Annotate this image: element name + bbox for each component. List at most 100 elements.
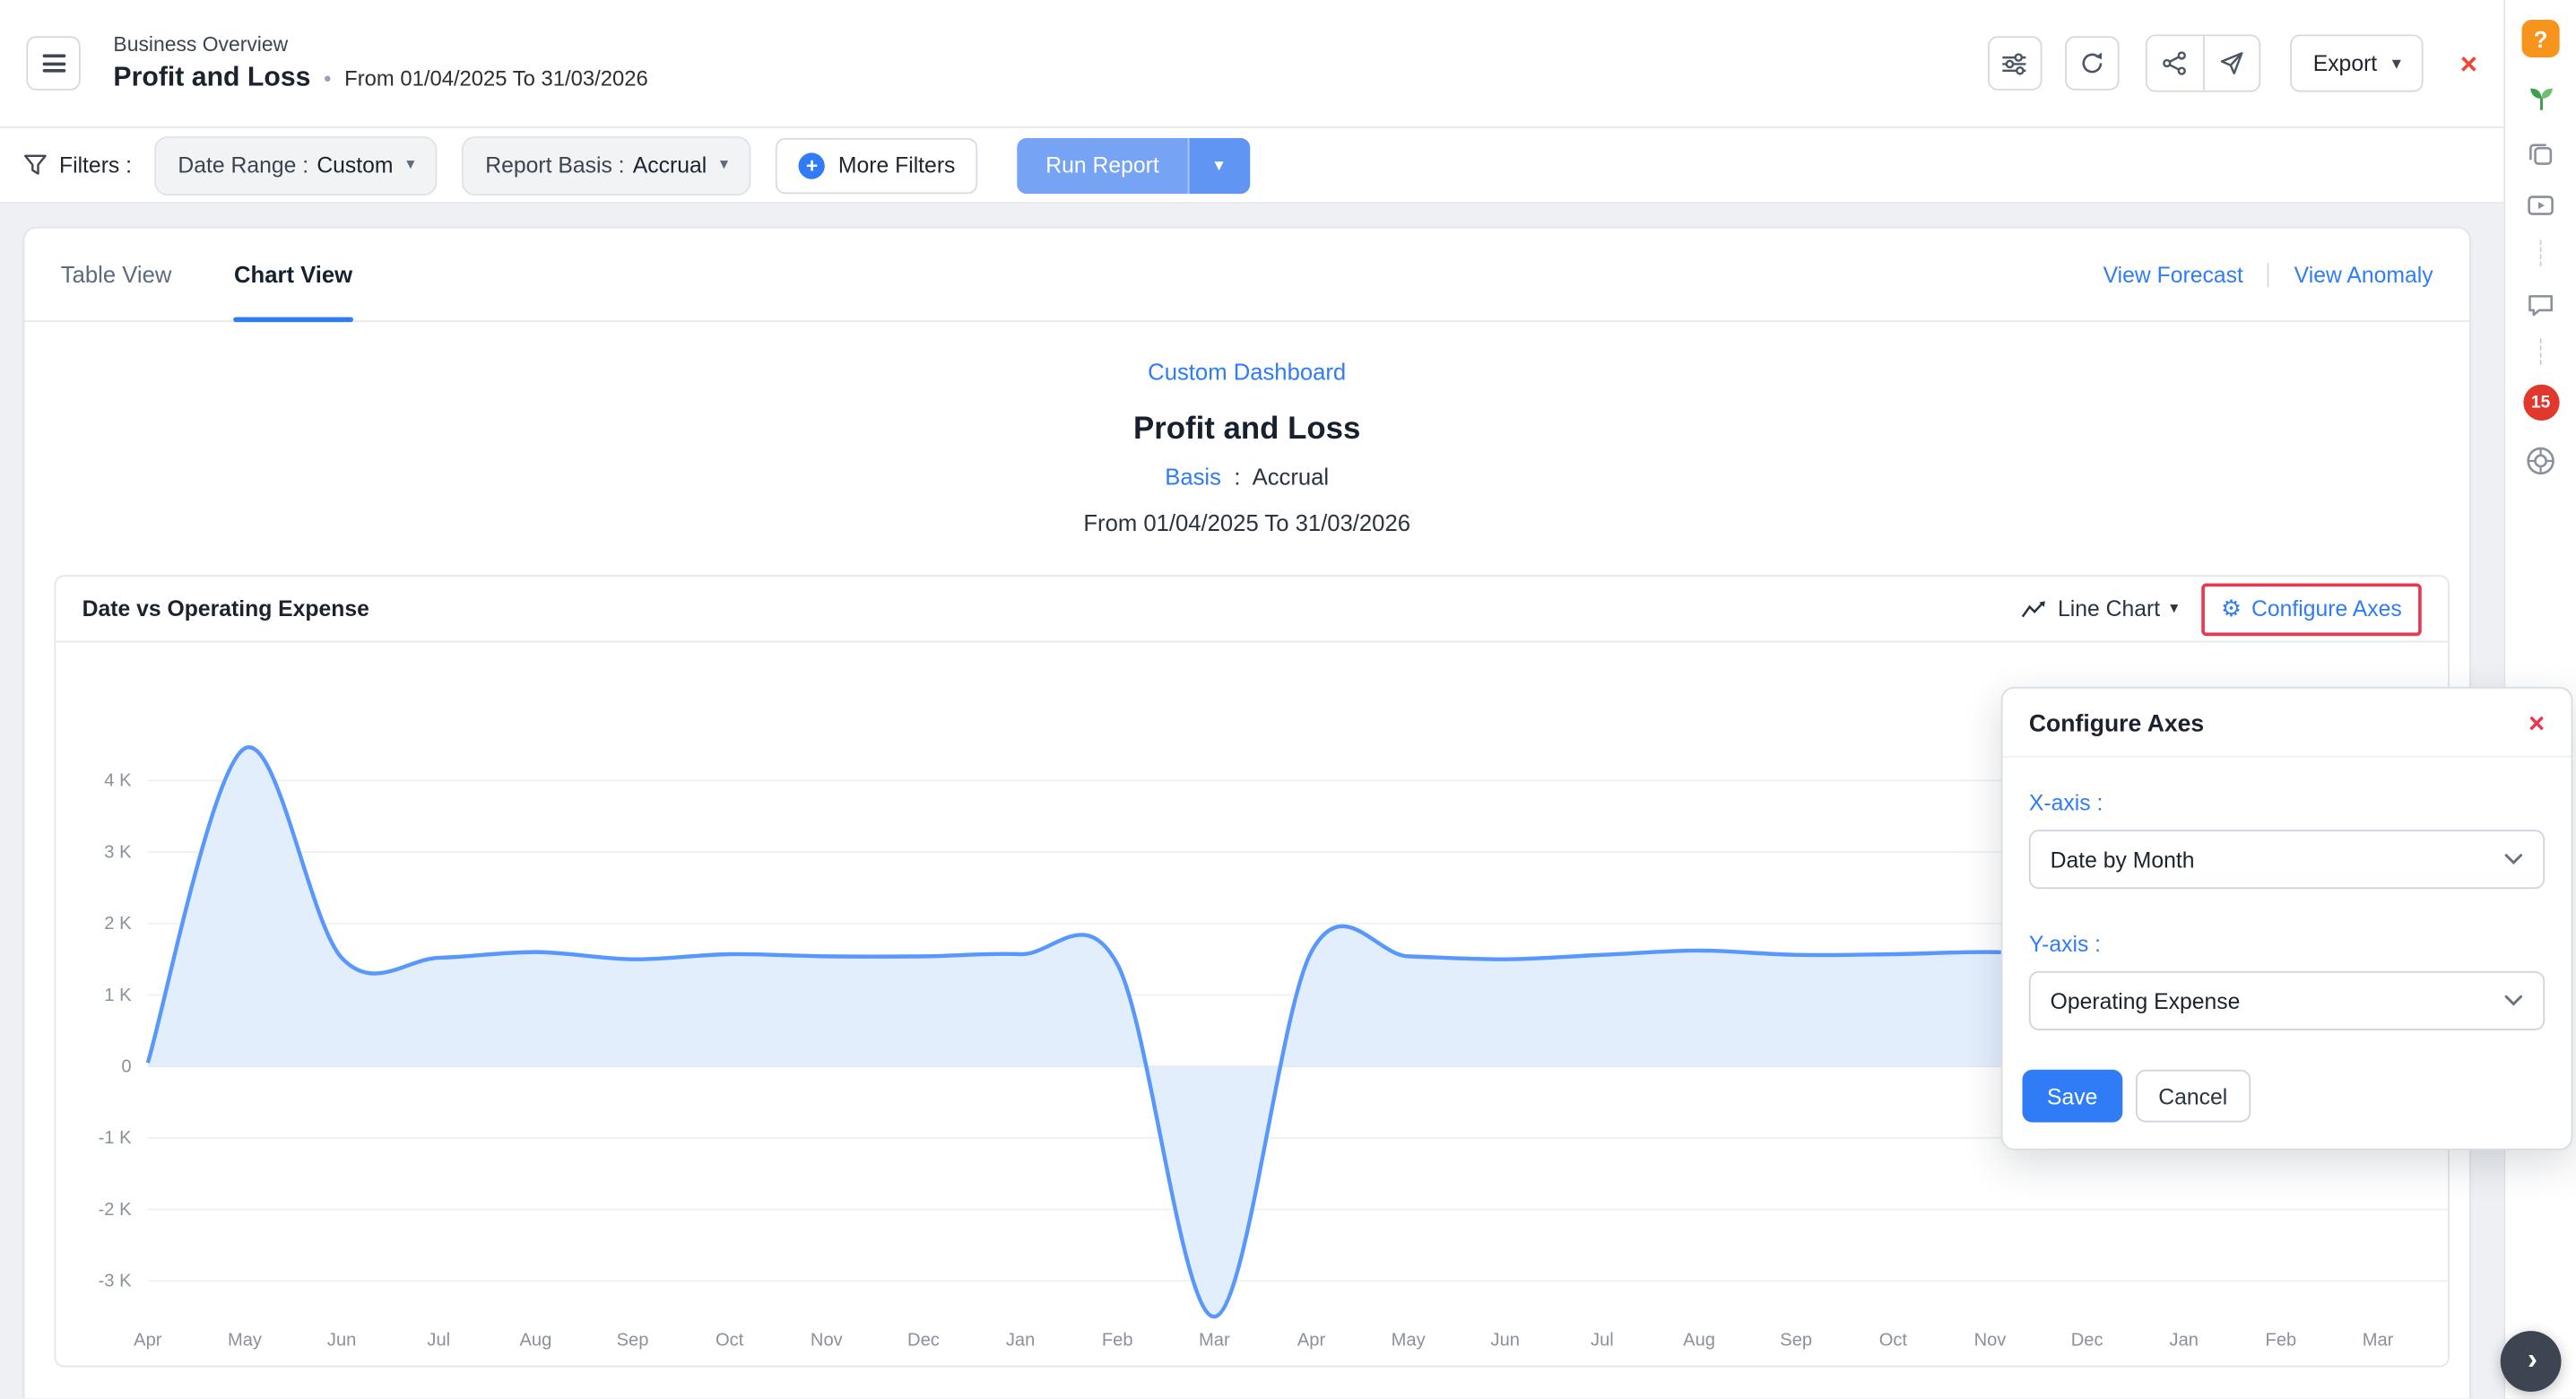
refresh-button[interactable] — [2065, 36, 2119, 90]
basis-value: Accrual — [1253, 464, 1330, 490]
view-forecast-link[interactable]: View Forecast — [2103, 262, 2243, 286]
chevron-down-icon — [2503, 995, 2523, 1008]
x-axis-value: Date by Month — [2051, 847, 2195, 872]
support-button[interactable] — [2525, 446, 2556, 477]
send-button[interactable] — [2203, 36, 2259, 90]
svg-text:Mar: Mar — [1199, 1331, 1230, 1351]
chart-panel-header: Date vs Operating Expense Line Chart ▾ — [56, 577, 2448, 642]
help-button[interactable]: ? — [2522, 20, 2560, 57]
hamburger-icon — [42, 50, 65, 76]
svg-text:Aug: Aug — [519, 1331, 551, 1351]
svg-text:Oct: Oct — [716, 1331, 744, 1351]
svg-text:1 K: 1 K — [104, 986, 132, 1005]
refresh-icon — [2080, 51, 2104, 75]
svg-text:Jul: Jul — [427, 1331, 450, 1351]
gear-icon: ⚙ — [2221, 595, 2242, 622]
report-basis-value: Accrual — [633, 152, 707, 177]
export-button[interactable]: Export ▾ — [2290, 34, 2424, 91]
y-axis-select[interactable]: Operating Expense — [2029, 971, 2545, 1030]
report-title: Profit and Loss — [24, 413, 2468, 448]
date-range-label: Date Range : — [178, 152, 308, 177]
configure-axes-button[interactable]: ⚙ Configure Axes — [2201, 583, 2422, 636]
app-window: Business Overview Profit and Loss • From… — [0, 0, 2576, 1399]
chevron-down-icon: ▾ — [2170, 600, 2178, 618]
svg-text:2 K: 2 K — [104, 914, 132, 934]
basis-separator: : — [1234, 464, 1240, 490]
customize-columns-button[interactable] — [1988, 36, 2042, 90]
popup-title: Configure Axes — [2029, 710, 2204, 736]
share-icon — [2163, 51, 2187, 75]
chevron-down-icon — [2503, 853, 2523, 866]
tab-chart-view[interactable]: Chart View — [234, 229, 352, 321]
top-header: Business Overview Profit and Loss • From… — [0, 0, 2503, 128]
report-basis-label: Report Basis : — [485, 152, 624, 177]
share-button[interactable] — [2147, 36, 2203, 90]
funnel-icon — [23, 152, 48, 177]
presentation-play-icon — [2527, 192, 2554, 220]
chevron-down-icon: ▾ — [406, 156, 414, 174]
video-tutorials-button[interactable] — [2527, 192, 2554, 220]
chevron-down-icon: ▾ — [720, 156, 728, 174]
hamburger-menu-button[interactable] — [26, 36, 80, 90]
view-anomaly-link[interactable]: View Anomaly — [2268, 262, 2433, 286]
report-basis-dropdown[interactable]: Report Basis : Accrual ▾ — [463, 135, 751, 195]
svg-text:Jul: Jul — [1591, 1331, 1614, 1351]
svg-text:Jun: Jun — [327, 1331, 356, 1351]
chart-panel-title: Date vs Operating Expense — [82, 596, 369, 621]
svg-text:May: May — [1392, 1331, 1427, 1351]
lifebuoy-icon — [2525, 446, 2556, 477]
question-icon: ? — [2534, 25, 2548, 51]
run-report-button[interactable]: Run Report — [1018, 137, 1187, 193]
rail-divider — [2540, 338, 2542, 364]
svg-text:4 K: 4 K — [104, 771, 132, 791]
close-report-button[interactable]: × — [2460, 48, 2477, 78]
layers-icon — [2527, 140, 2554, 168]
filters-label: Filters : — [23, 152, 132, 177]
chevron-down-icon: ▾ — [2392, 53, 2401, 74]
date-range-subtitle: From 01/04/2025 To 31/03/2026 — [344, 65, 648, 90]
svg-text:-3 K: -3 K — [99, 1272, 132, 1291]
date-range-dropdown[interactable]: Date Range : Custom ▾ — [155, 135, 438, 195]
svg-text:Dec: Dec — [907, 1331, 940, 1351]
plus-icon: + — [799, 152, 825, 178]
svg-text:Feb: Feb — [2266, 1331, 2297, 1351]
tab-table-view[interactable]: Table View — [61, 229, 172, 321]
svg-text:-1 K: -1 K — [99, 1128, 132, 1148]
svg-text:Aug: Aug — [1683, 1331, 1715, 1351]
run-report-options-button[interactable]: ▾ — [1187, 137, 1250, 193]
custom-dashboard-link[interactable]: Custom Dashboard — [1148, 358, 1346, 384]
x-axis-group: X-axis : Date by Month — [2029, 790, 2545, 889]
svg-text:May: May — [228, 1331, 263, 1351]
svg-text:3 K: 3 K — [104, 842, 132, 862]
svg-text:Nov: Nov — [811, 1331, 843, 1351]
share-send-button-group — [2146, 34, 2260, 91]
feedback-chat-button[interactable] — [2527, 291, 2554, 318]
chart-type-dropdown[interactable]: Line Chart ▾ — [2020, 596, 2178, 621]
chat-icon — [2527, 291, 2554, 318]
popup-body: X-axis : Date by Month Y-axis : Operatin… — [2003, 758, 2572, 1034]
scroll-next-button[interactable]: › — [2501, 1331, 2562, 1392]
y-axis-group: Y-axis : Operating Expense — [2029, 932, 2545, 1030]
svg-text:Sep: Sep — [1780, 1331, 1812, 1351]
paper-plane-icon — [2219, 51, 2243, 75]
svg-text:Apr: Apr — [1297, 1331, 1326, 1351]
notifications-badge[interactable]: 15 — [2522, 385, 2558, 421]
svg-text:Jan: Jan — [1006, 1331, 1035, 1351]
popup-footer: Save Cancel — [2003, 1033, 2572, 1148]
view-links: View Forecast View Anomaly — [2103, 262, 2433, 286]
chevron-down-icon: ▾ — [1215, 154, 1224, 176]
svg-text:Apr: Apr — [134, 1331, 162, 1351]
popup-header: Configure Axes × — [2003, 689, 2572, 758]
whats-new-button[interactable] — [2524, 83, 2557, 116]
cancel-button[interactable]: Cancel — [2136, 1070, 2251, 1123]
x-axis-label: X-axis : — [2029, 790, 2545, 814]
copy-pages-button[interactable] — [2527, 140, 2554, 168]
more-filters-button[interactable]: + More Filters — [776, 137, 978, 193]
export-label: Export — [2313, 51, 2378, 75]
sliders-icon — [2001, 50, 2027, 76]
x-axis-select[interactable]: Date by Month — [2029, 830, 2545, 889]
save-button[interactable]: Save — [2023, 1070, 2122, 1123]
svg-text:Mar: Mar — [2363, 1331, 2394, 1351]
chart-type-label: Line Chart — [2058, 596, 2160, 621]
popup-close-button[interactable]: × — [2528, 710, 2545, 738]
